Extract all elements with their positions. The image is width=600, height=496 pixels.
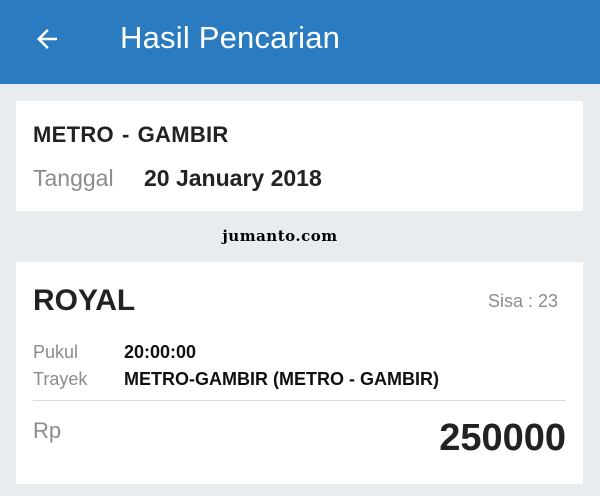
arrow-left-icon bbox=[37, 29, 57, 49]
seats-remaining: Sisa : 23 bbox=[487, 291, 558, 311]
divider bbox=[33, 400, 566, 401]
bus-result-card[interactable]: ROYAL Sisa : 23 Pukul 20:00:00 Trayek METR… bbox=[16, 262, 583, 484]
date-label: Tanggal bbox=[33, 165, 114, 191]
date-value: 20 January 2018 bbox=[144, 165, 322, 191]
currency-label: Rp bbox=[33, 418, 62, 443]
app-bar: Hasil Pencarian bbox=[0, 0, 600, 84]
destination-label: GAMBIR bbox=[137, 122, 229, 147]
time-label: Pukul bbox=[33, 342, 79, 362]
route-value: METRO-GAMBIR (METRO - GAMBIR) bbox=[124, 369, 439, 389]
route-label: Trayek bbox=[33, 369, 88, 389]
origin-label: METRO bbox=[33, 122, 114, 147]
date-row: Tanggal 20 January 2018 bbox=[33, 165, 322, 192]
page-title: Hasil Pencarian bbox=[120, 20, 341, 55]
route-line: METRO - GAMBIR bbox=[33, 122, 229, 148]
route-row: Trayek METRO-GAMBIR (METRO - GAMBIR) bbox=[33, 369, 439, 390]
back-button[interactable] bbox=[30, 22, 64, 56]
route-summary-card: METRO - GAMBIR Tanggal 20 January 2018 bbox=[16, 101, 583, 211]
bus-name: ROYAL bbox=[33, 284, 136, 317]
watermark: jumanto.com bbox=[222, 227, 338, 245]
price-value: 250000 bbox=[439, 417, 566, 459]
time-value: 20:00:00 bbox=[124, 342, 197, 362]
route-separator: - bbox=[121, 122, 130, 147]
departure-time-row: Pukul 20:00:00 bbox=[33, 342, 196, 363]
